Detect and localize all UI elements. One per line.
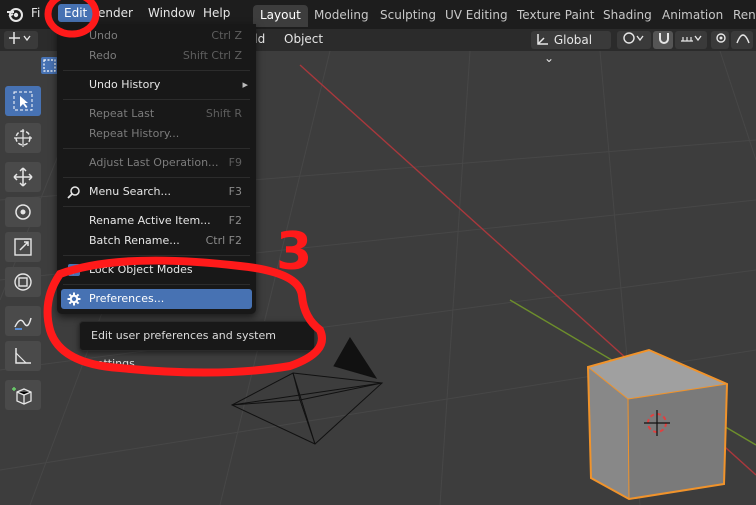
search-icon (67, 186, 80, 199)
select-cursor-icon (13, 91, 33, 111)
measure-ruler-icon (15, 348, 31, 364)
menu-divider (63, 99, 250, 100)
menu-help[interactable]: Help (203, 6, 230, 20)
tool-cursor[interactable] (5, 123, 41, 153)
cursor-icon (14, 129, 32, 147)
menu-divider (63, 284, 250, 285)
menu-divider (63, 177, 250, 178)
proportional-edit-icon (716, 33, 726, 43)
menu-item-menu-search[interactable]: Menu Search... F3 (57, 182, 256, 202)
transform-icon (14, 273, 32, 291)
gear-icon (67, 292, 81, 306)
tab-layout[interactable]: Layout (253, 5, 308, 27)
annotate-pen-icon (14, 317, 32, 330)
menu-divider (63, 255, 250, 256)
menu-item-lock-object-modes[interactable]: Lock Object Modes (57, 260, 256, 280)
tab-texture-paint[interactable]: Texture Paint (510, 5, 601, 27)
falloff-curve-icon (736, 34, 750, 44)
rotate-icon (15, 204, 31, 220)
proportional-edit-toggle[interactable] (711, 31, 729, 49)
menu-item-preferences[interactable]: Preferences... (61, 289, 252, 309)
pivot-icon (623, 32, 644, 44)
menu-window[interactable]: Window (148, 6, 195, 20)
menu-item-rename-active-item[interactable]: Rename Active Item... F2 (57, 211, 256, 231)
menu-render[interactable]: ender (98, 6, 133, 20)
tool-move[interactable] (5, 162, 41, 192)
blender-logo-icon[interactable] (6, 5, 24, 23)
tab-uv-editing[interactable]: UV Editing (438, 5, 515, 27)
snap-target-dropdown[interactable] (675, 31, 707, 49)
menu-item-repeat-last[interactable]: Repeat Last Shift R (57, 104, 256, 124)
snap-toggle[interactable] (653, 31, 673, 49)
tab-animation[interactable]: Animation (655, 5, 730, 27)
tool-rotate[interactable] (5, 197, 41, 227)
tool-select[interactable] (5, 86, 41, 116)
pivot-dropdown[interactable] (617, 31, 651, 49)
orientation-label: Global (553, 33, 593, 47)
tool-annotate[interactable] (5, 306, 41, 336)
move-icon (13, 167, 33, 187)
menu-item-undo[interactable]: Undo Ctrl Z (57, 26, 256, 46)
tool-scale[interactable] (5, 232, 41, 262)
header-object-menu[interactable]: Object (284, 32, 323, 46)
submenu-arrow-icon: ▸ (242, 78, 248, 91)
select-mode-button[interactable] (41, 57, 58, 74)
orientation-dropdown[interactable]: Global ⌄ (531, 31, 611, 65)
falloff-dropdown[interactable] (731, 31, 753, 49)
preferences-tooltip: Edit user preferences and system setting… (79, 321, 315, 370)
menu-item-adjust-last-operation[interactable]: Adjust Last Operation... F9 (57, 153, 256, 173)
magnet-icon (659, 33, 669, 44)
add-cube-icon (12, 387, 32, 405)
menu-divider (63, 70, 250, 71)
menu-edit[interactable]: Edit (58, 4, 94, 22)
tab-sculpting[interactable]: Sculpting (373, 5, 443, 27)
scale-icon (14, 238, 32, 256)
tab-modeling[interactable]: Modeling (307, 5, 376, 27)
camera-object[interactable] (230, 337, 384, 445)
select-box-icon (43, 59, 56, 72)
tool-add-cube[interactable] (5, 380, 41, 410)
tab-shading[interactable]: Shading (596, 5, 659, 27)
menu-item-batch-rename[interactable]: Batch Rename... Ctrl F2 (57, 231, 256, 251)
orientation-icon (537, 34, 548, 45)
menu-item-undo-history[interactable]: Undo History ▸ (57, 75, 256, 95)
edit-menu-dropdown: Undo Ctrl Z Redo Shift Ctrl Z Undo Histo… (57, 24, 256, 314)
tool-measure[interactable] (5, 341, 41, 371)
menu-item-repeat-history[interactable]: Repeat History... (57, 124, 256, 144)
editor-type-button[interactable] (4, 31, 38, 49)
snap-increment-icon (681, 35, 702, 42)
checkbox-checked-icon[interactable] (67, 263, 81, 277)
axis-icon (8, 32, 31, 44)
menu-item-redo[interactable]: Redo Shift Ctrl Z (57, 46, 256, 66)
annotation-step-number: 3 (276, 222, 313, 282)
menu-file[interactable]: Fi (31, 6, 40, 20)
menu-divider (63, 206, 250, 207)
tool-transform[interactable] (5, 267, 41, 297)
menu-divider (63, 148, 250, 149)
tab-rendering[interactable]: Rend (726, 5, 756, 27)
